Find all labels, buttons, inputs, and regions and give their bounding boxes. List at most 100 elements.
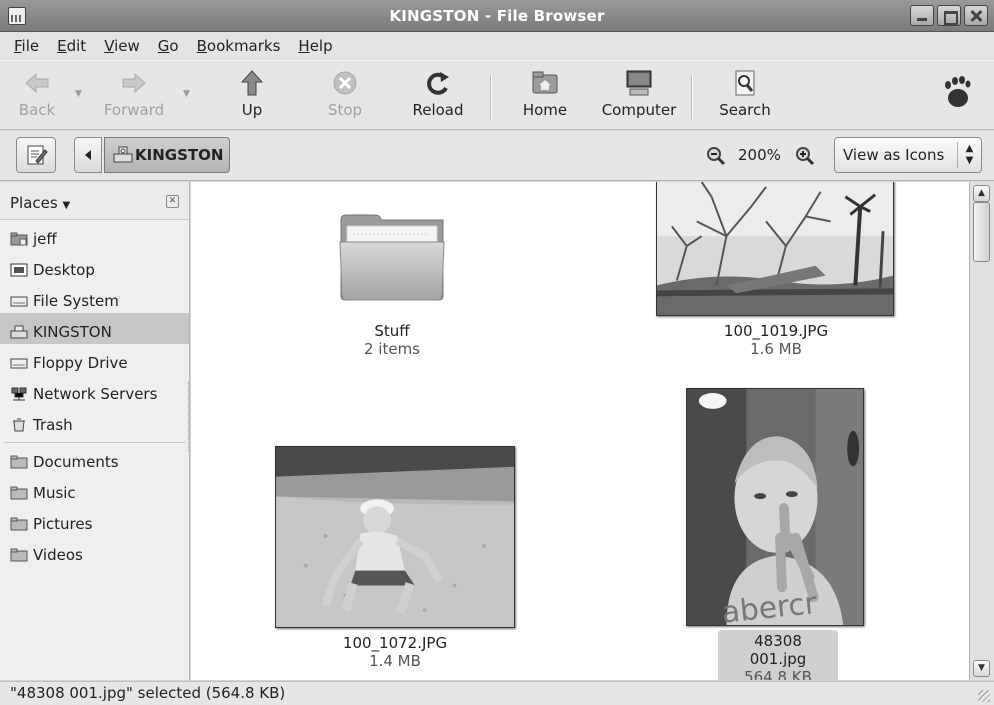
up-arrow-icon: [240, 70, 264, 96]
file-label: Stuff 2 items: [342, 322, 442, 358]
toolbar: Back ▼ Forward ▼ Up Stop Reload Home Com…: [0, 60, 994, 130]
sidebar-item-videos[interactable]: Videos: [0, 536, 189, 567]
home-button[interactable]: Home: [518, 69, 572, 119]
sidebar-item-jeff[interactable]: jeff: [0, 220, 189, 251]
sidebar-item-documents[interactable]: Documents: [0, 443, 189, 474]
minimize-button[interactable]: [910, 5, 934, 26]
menu-bar: File Edit View Go Bookmarks Help: [0, 32, 994, 60]
search-button[interactable]: Search: [716, 69, 774, 119]
resize-grip-icon[interactable]: [978, 690, 990, 702]
sidebar-item-file-system[interactable]: File System: [0, 282, 189, 313]
sidebar-item-label: Pictures: [33, 514, 93, 533]
maximize-button[interactable]: [937, 5, 961, 26]
stop-button[interactable]: Stop: [322, 69, 368, 119]
network-icon: [11, 387, 27, 400]
toolbar-separator: [490, 75, 492, 119]
scroll-thumb[interactable]: [973, 202, 990, 262]
file-info: 1.6 MB: [750, 340, 802, 358]
scroll-down-button[interactable]: ▼: [973, 660, 990, 677]
sidebar-item-label: Desktop: [33, 260, 95, 279]
location-bar: KINGSTON 200% View as Icons ▲ ▼: [0, 131, 994, 181]
toggle-location-entry-button[interactable]: [16, 137, 56, 173]
path-button-kingston[interactable]: KINGSTON: [104, 137, 230, 173]
sidebar-item-floppy-drive[interactable]: Floppy Drive: [0, 344, 189, 375]
up-label: Up: [241, 101, 263, 119]
sidebar-item-label: File System: [33, 291, 119, 310]
close-button[interactable]: [964, 5, 988, 26]
reload-button[interactable]: Reload: [410, 69, 466, 119]
zoom-level[interactable]: 200%: [738, 146, 781, 164]
menu-view[interactable]: View: [94, 37, 148, 55]
drive-icon: [10, 296, 28, 306]
scroll-up-button[interactable]: ▲: [973, 185, 990, 202]
file-info: 1.4 MB: [369, 652, 421, 670]
sidebar-item-music[interactable]: Music: [0, 474, 189, 505]
icon-view[interactable]: Stuff 2 items 100_1019.JPG 1.6 MB 100_10…: [191, 182, 969, 680]
close-sidebar-icon[interactable]: ✕: [166, 195, 179, 208]
menu-help[interactable]: Help: [288, 37, 340, 55]
sidebar-item-desktop[interactable]: Desktop: [0, 251, 189, 282]
menu-label: elp: [309, 37, 333, 55]
home-folder-icon: [532, 71, 558, 94]
sidebar-item-kingston[interactable]: KINGSTON: [0, 313, 189, 344]
home-folder-icon: [10, 232, 28, 245]
view-as-value: View as Icons: [843, 146, 945, 164]
search-icon: [735, 70, 755, 96]
menu-file[interactable]: File: [4, 37, 47, 55]
file-name: 100_1019.JPG: [723, 322, 829, 340]
usb-drive-icon: [113, 146, 133, 163]
sidebar-item-label: Floppy Drive: [33, 353, 128, 372]
folder-icon: [10, 517, 28, 530]
vertical-scrollbar[interactable]: ▲ ▼: [969, 182, 994, 680]
zoom-in-icon[interactable]: [795, 146, 815, 166]
file-info: 2 items: [363, 340, 420, 358]
back-history-arrow[interactable]: ▼: [75, 89, 82, 99]
path-scroll-left-button[interactable]: [74, 137, 102, 173]
menu-mnemonic: F: [14, 37, 22, 55]
usb-drive-icon: [10, 325, 28, 338]
reload-label: Reload: [412, 101, 464, 119]
sidebar-item-pictures[interactable]: Pictures: [0, 505, 189, 536]
menu-go[interactable]: Go: [148, 37, 187, 55]
view-as-select[interactable]: View as Icons ▲ ▼: [834, 137, 982, 173]
forward-button[interactable]: Forward: [100, 69, 168, 119]
stop-icon: [333, 71, 357, 95]
sidebar-item-network-servers[interactable]: Network Servers: [0, 375, 189, 406]
zoom-out-icon[interactable]: [706, 146, 726, 166]
sidebar-item-label: KINGSTON: [33, 322, 112, 341]
forward-history-arrow[interactable]: ▼: [183, 89, 190, 99]
image-thumbnail: [656, 182, 894, 316]
select-arrows-icon: ▲ ▼: [957, 142, 981, 168]
file-label-selected: 48308 001.jpg 564.8 KB: [718, 630, 838, 680]
sidebar-header[interactable]: Places ▼ ✕: [0, 182, 189, 220]
folder-icon: [10, 455, 28, 468]
menu-bookmarks[interactable]: Bookmarks: [187, 37, 289, 55]
menu-label: o: [169, 37, 179, 55]
menu-mnemonic: H: [298, 37, 310, 55]
image-thumbnail: abercr: [686, 388, 864, 626]
title-bar[interactable]: KINGSTON - File Browser: [0, 0, 994, 32]
sidebar-item-label: Trash: [33, 415, 73, 434]
sidebar-item-trash[interactable]: Trash: [0, 406, 189, 437]
sidebar-item-label: Network Servers: [33, 384, 158, 403]
search-label: Search: [719, 101, 771, 119]
menu-label: ookmarks: [206, 37, 281, 55]
menu-edit[interactable]: Edit: [47, 37, 94, 55]
file-label: 100_1072.JPG 1.4 MB: [315, 634, 475, 670]
path-button-label: KINGSTON: [135, 146, 224, 164]
folder-icon: [10, 486, 28, 499]
status-bar: "48308 001.jpg" selected (564.8 KB): [0, 681, 994, 705]
file-info: 564.8 KB: [744, 668, 812, 680]
gnome-foot-icon: [945, 76, 971, 107]
chevron-down-icon: ▼: [62, 200, 71, 211]
folder-icon: [10, 548, 28, 561]
toolbar-separator: [691, 75, 693, 119]
sidebar-item-label: Documents: [33, 452, 119, 471]
desktop-icon: [10, 263, 28, 276]
back-label: Back: [18, 101, 56, 119]
up-button[interactable]: Up: [232, 69, 272, 119]
back-button[interactable]: Back: [14, 69, 60, 119]
computer-button[interactable]: Computer: [598, 69, 680, 119]
status-text: "48308 001.jpg" selected (564.8 KB): [10, 684, 286, 702]
forward-arrow-icon: [122, 72, 146, 94]
